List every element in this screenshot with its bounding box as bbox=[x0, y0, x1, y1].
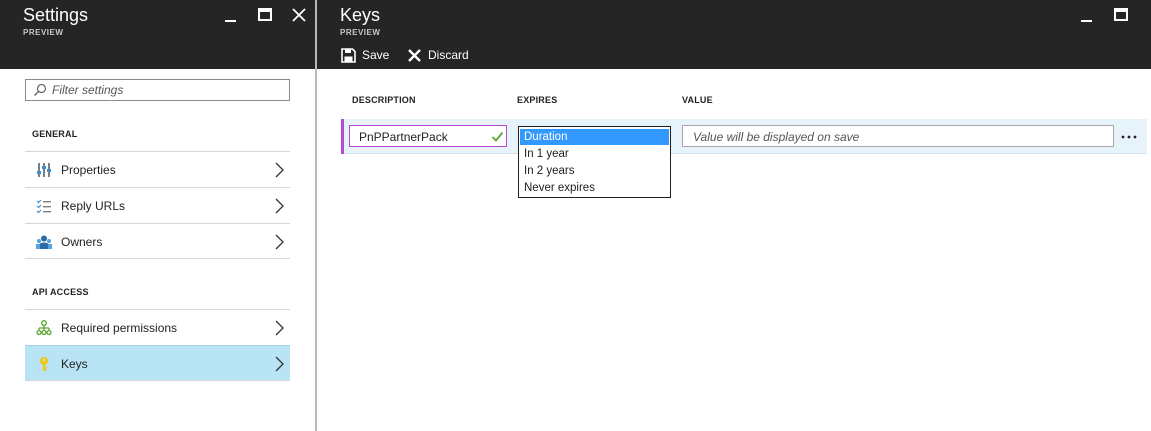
checkmark-icon bbox=[491, 131, 504, 142]
search-icon bbox=[34, 83, 47, 96]
dropdown-option-duration[interactable]: Duration bbox=[520, 129, 669, 145]
close-icon[interactable] bbox=[290, 6, 308, 24]
general-section-label: GENERAL bbox=[32, 129, 78, 139]
column-header-expires: EXPIRES bbox=[517, 95, 558, 105]
menu-item-owners[interactable]: Owners bbox=[25, 223, 290, 259]
description-value: PnPPartnerPack bbox=[359, 130, 448, 144]
key-icon bbox=[40, 357, 48, 371]
portal-window: Settings PREVIEW GENERAL bbox=[0, 0, 1151, 431]
save-icon bbox=[341, 47, 356, 63]
keys-subtitle: PREVIEW bbox=[340, 28, 381, 37]
filter-settings-search[interactable] bbox=[25, 79, 290, 101]
menu-item-reply-urls[interactable]: Reply URLs bbox=[25, 187, 290, 223]
api-access-section-label: API ACCESS bbox=[32, 287, 89, 297]
settings-title: Settings bbox=[23, 5, 89, 25]
menu-item-required-permissions[interactable]: Required permissions bbox=[25, 309, 290, 345]
dropdown-option-2-years[interactable]: In 2 years bbox=[520, 163, 669, 179]
value-field: Value will be displayed on save bbox=[682, 125, 1114, 147]
discard-icon bbox=[408, 48, 421, 62]
menu-item-properties[interactable]: Properties bbox=[25, 151, 290, 187]
row-accent-bar bbox=[341, 119, 344, 154]
menu-item-label: Reply URLs bbox=[61, 199, 126, 213]
save-label: Save bbox=[362, 48, 390, 62]
menu-item-label: Owners bbox=[61, 235, 103, 249]
column-header-description: DESCRIPTION bbox=[352, 95, 416, 105]
keys-header: Keys PREVIEW Save Discard bbox=[317, 0, 1151, 69]
key-row: PnPPartnerPack Value will be displayed o… bbox=[341, 119, 1147, 154]
settings-subtitle: PREVIEW bbox=[23, 28, 64, 37]
minimize-icon[interactable] bbox=[1078, 6, 1096, 24]
keys-title: Keys bbox=[340, 5, 381, 25]
settings-header: Settings PREVIEW bbox=[0, 0, 315, 69]
discard-label: Discard bbox=[428, 48, 469, 62]
dropdown-option-never-expires[interactable]: Never expires bbox=[520, 180, 669, 196]
menu-item-label: Required permissions bbox=[61, 321, 178, 335]
dropdown-option-1-year[interactable]: In 1 year bbox=[520, 146, 669, 162]
minimize-icon[interactable] bbox=[222, 6, 240, 24]
maximize-icon[interactable] bbox=[1112, 6, 1130, 24]
description-field[interactable]: PnPPartnerPack bbox=[349, 125, 507, 147]
reply-urls-icon bbox=[36, 199, 51, 214]
permissions-icon bbox=[36, 320, 52, 336]
save-button[interactable]: Save bbox=[341, 46, 389, 64]
chevron-right-icon bbox=[275, 198, 284, 214]
menu-item-label: Keys bbox=[61, 357, 88, 371]
chevron-right-icon bbox=[275, 234, 284, 250]
value-placeholder: Value will be displayed on save bbox=[693, 130, 860, 144]
search-input[interactable] bbox=[52, 82, 282, 98]
chevron-right-icon bbox=[275, 320, 284, 336]
discard-button[interactable]: Discard bbox=[407, 46, 469, 64]
settings-blade: Settings PREVIEW GENERAL bbox=[0, 0, 315, 431]
chevron-right-icon bbox=[275, 356, 284, 372]
column-header-value: VALUE bbox=[682, 95, 713, 105]
menu-item-label: Properties bbox=[61, 163, 116, 177]
chevron-right-icon bbox=[275, 162, 284, 178]
menu-item-keys[interactable]: Keys bbox=[25, 345, 290, 381]
owners-icon bbox=[36, 235, 52, 249]
more-options-icon[interactable] bbox=[1120, 129, 1138, 141]
expires-dropdown[interactable]: Duration In 1 year In 2 years Never expi… bbox=[518, 126, 671, 198]
keys-blade: Keys PREVIEW Save Discard DESCRIPTION EX… bbox=[317, 0, 1151, 431]
maximize-icon[interactable] bbox=[256, 6, 274, 24]
properties-icon bbox=[37, 163, 51, 177]
